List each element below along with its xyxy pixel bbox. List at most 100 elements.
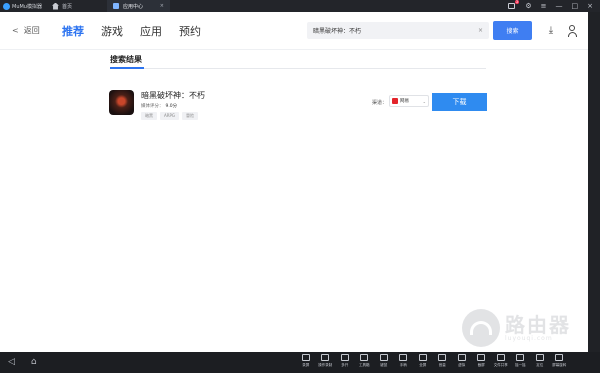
toolbar-label: 摇一摇	[515, 363, 526, 367]
app-name: MuMu模拟器	[12, 3, 42, 10]
screenshot-icon	[477, 354, 486, 361]
toolbar-label: 截屏	[477, 363, 485, 367]
toolbar-shake-button[interactable]: 摇一摇	[511, 354, 531, 368]
search-clear-icon[interactable]: ×	[478, 27, 483, 34]
tab-apps[interactable]: 应用	[140, 23, 162, 39]
notification-button[interactable]: 2	[508, 0, 520, 10]
watermark-text: 路由器	[505, 312, 571, 337]
toolbar-label: 定位	[536, 363, 544, 367]
toolbar-label: 手柄	[399, 363, 407, 367]
macro-record-icon	[321, 354, 330, 361]
result-item[interactable]: 暗黑破坏神：不朽 媒体评分： 9.0分 暗黑 ARPG 冒险 渠道： 网易 ⌄ 下…	[109, 77, 487, 123]
toolbar-volume-button[interactable]: 音量	[433, 354, 453, 368]
back-button[interactable]: < 返回	[0, 25, 62, 36]
volume-icon	[438, 354, 447, 361]
toolbar-label: 操作录制	[318, 363, 333, 367]
user-icon[interactable]	[567, 25, 577, 37]
toolbar-multi-instance-button[interactable]: 多开	[335, 354, 355, 368]
download-icon[interactable]: ⤓	[546, 25, 556, 37]
toolbar-screenshot-button[interactable]: 截屏	[472, 354, 492, 368]
tag: 冒险	[182, 112, 199, 120]
toolbar-gamepad-button[interactable]: 手柄	[394, 354, 414, 368]
tab-app-center-label: 应用中心	[123, 3, 144, 10]
results-divider	[110, 68, 486, 69]
mumu-logo-icon	[3, 2, 10, 10]
bottom-toolbar: ◁ ⌂ 录屏 操作录制 多开 工具箱 键鼠 手柄 全屏 音量 虚拟 截屏 文件共享 摇一摇 定位 屏幕旋转	[0, 352, 600, 373]
chevron-left-icon: <	[12, 26, 19, 35]
tab-close-icon[interactable]: ×	[160, 3, 164, 9]
toolbar-record-screen-button[interactable]: 录屏	[296, 354, 316, 368]
toolbar-file-share-button[interactable]: 文件共享	[491, 354, 511, 368]
search-input[interactable]: 暗黑破坏神：不朽 ×	[307, 22, 489, 39]
mail-icon	[508, 3, 516, 9]
rating-value: 9.0分	[165, 104, 178, 109]
app-brand: MuMu模拟器	[0, 2, 52, 10]
toolbar-virtual-button[interactable]: 虚拟	[452, 354, 472, 368]
android-back-icon[interactable]: ◁	[8, 357, 15, 367]
watermark: 路由器 luyouqi.com	[462, 309, 571, 347]
android-nav: ◁ ⌂	[8, 357, 37, 367]
tab-home[interactable]: 首页	[52, 2, 107, 10]
window-controls: 2 ⚙ ≡ — □ ×	[508, 0, 600, 10]
toolbar-keymap-button[interactable]: 键鼠	[374, 354, 394, 368]
record-screen-icon	[301, 354, 310, 361]
chevron-down-icon: ⌄	[422, 98, 426, 104]
toolbar-toolbox-button[interactable]: 工具箱	[355, 354, 375, 368]
app-center-icon	[113, 3, 119, 9]
netease-logo-icon	[392, 98, 398, 104]
keymap-icon	[379, 354, 388, 361]
game-rating: 媒体评分： 9.0分	[141, 103, 177, 109]
user-head-shape	[569, 25, 575, 31]
toolbox-icon	[360, 354, 369, 361]
tag: 暗黑	[141, 112, 157, 120]
home-icon	[52, 2, 59, 10]
user-body-shape	[567, 32, 577, 37]
toolbar-label: 键鼠	[380, 363, 388, 367]
tab-recommend[interactable]: 推荐	[62, 23, 84, 39]
game-tags: 暗黑 ARPG 冒险	[141, 112, 199, 120]
tab-app-center[interactable]: 应用中心 ×	[107, 0, 170, 12]
maximize-icon[interactable]: □	[572, 2, 579, 10]
toolbar-location-button[interactable]: 定位	[530, 354, 550, 368]
virtual-icon	[457, 354, 466, 361]
download-button[interactable]: 下载	[432, 93, 487, 111]
multi-instance-icon	[340, 354, 349, 361]
tab-home-label: 首页	[62, 3, 73, 10]
toolbar-macro-record-button[interactable]: 操作录制	[316, 354, 336, 368]
toolbar-label: 文件共享	[493, 363, 508, 367]
rotate-icon	[555, 354, 564, 361]
toolbar-label: 全屏	[419, 363, 427, 367]
toolbar-label: 屏幕旋转	[552, 363, 567, 367]
search-button[interactable]: 搜索	[493, 21, 532, 40]
toolbar-label: 音量	[438, 363, 446, 367]
source-dropdown[interactable]: 网易 ⌄	[389, 95, 429, 107]
game-icon[interactable]	[109, 90, 134, 115]
top-nav: < 返回 推荐 游戏 应用 预约 暗黑破坏神：不朽 × 搜索 ⤓	[0, 12, 588, 50]
menu-icon[interactable]: ≡	[541, 2, 547, 10]
watermark-text-block: 路由器 luyouqi.com	[505, 315, 571, 342]
shake-icon	[516, 354, 525, 361]
tab-games[interactable]: 游戏	[101, 23, 123, 39]
toolbar-rotate-button[interactable]: 屏幕旋转	[550, 354, 570, 368]
tag: ARPG	[160, 112, 180, 120]
title-bar: MuMu模拟器 首页 应用中心 × 2 ⚙ ≡ — □ ×	[0, 0, 600, 12]
toolbar-fullscreen-button[interactable]: 全屏	[413, 354, 433, 368]
source-label: 渠道：	[372, 100, 388, 106]
app-center-window: < 返回 推荐 游戏 应用 预约 暗黑破坏神：不朽 × 搜索 ⤓ 搜索结果 暗黑…	[0, 12, 588, 352]
back-label: 返回	[23, 26, 40, 35]
toolbar-label: 虚拟	[458, 363, 466, 367]
settings-icon[interactable]: ⚙	[525, 2, 531, 10]
toolbar-label: 录屏	[302, 363, 310, 367]
close-window-icon[interactable]: ×	[587, 2, 593, 10]
results-heading-underline	[110, 67, 144, 69]
file-share-icon	[496, 354, 505, 361]
notification-badge: 2	[515, 0, 520, 4]
router-logo-icon	[462, 309, 500, 347]
gamepad-icon	[399, 354, 408, 361]
search-query: 暗黑破坏神：不朽	[313, 28, 362, 35]
toolbar-label: 工具箱	[359, 363, 370, 367]
game-name[interactable]: 暗黑破坏神：不朽	[141, 90, 205, 101]
android-home-icon[interactable]: ⌂	[31, 357, 37, 367]
tab-reservation[interactable]: 预约	[179, 23, 201, 39]
minimize-icon[interactable]: —	[556, 2, 563, 10]
